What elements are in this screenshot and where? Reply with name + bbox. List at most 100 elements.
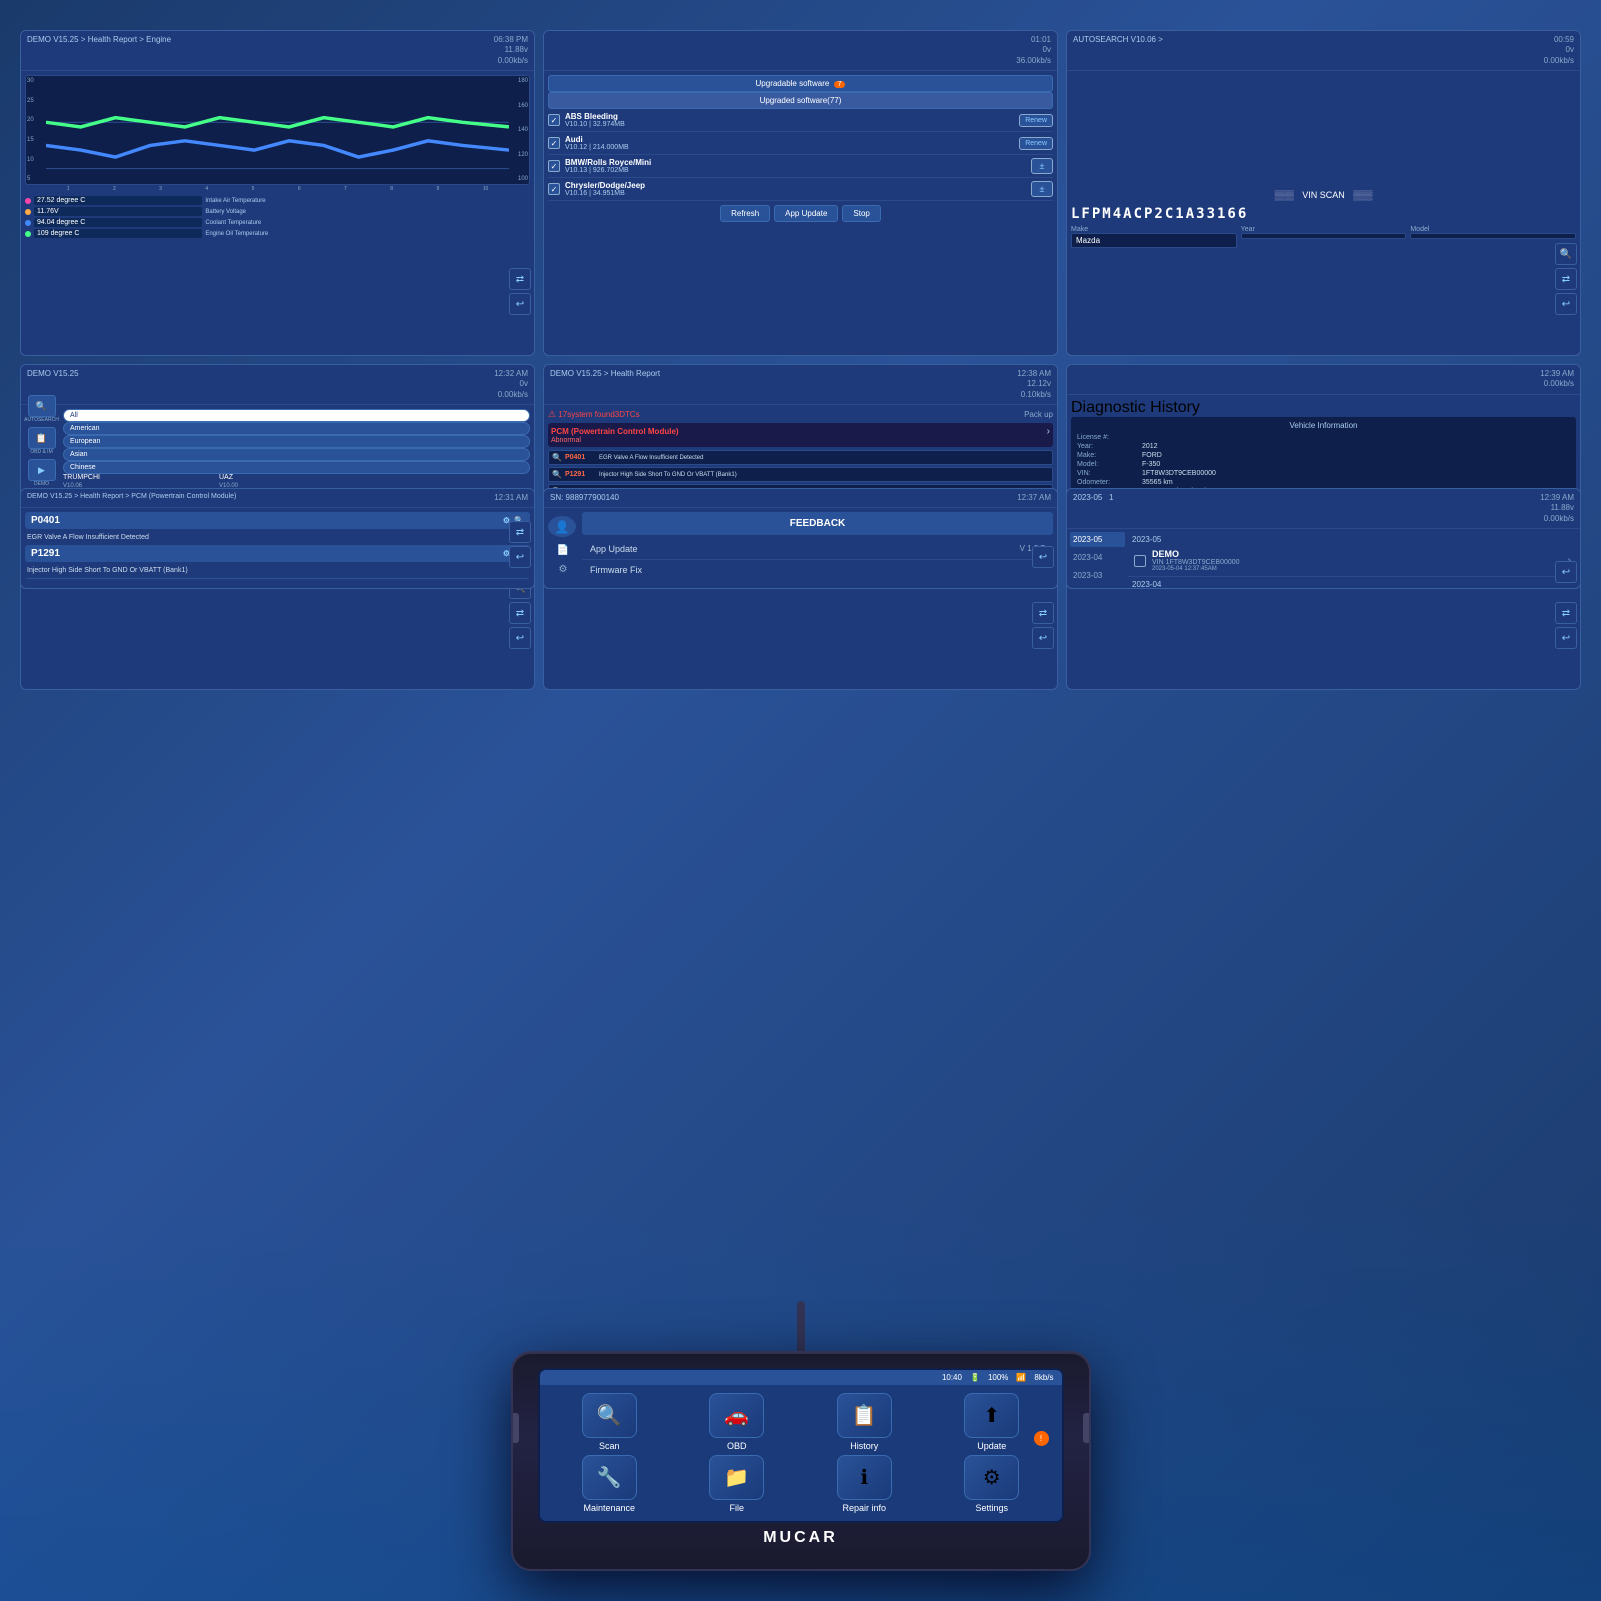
refresh-btn[interactable]: Refresh [720, 205, 770, 222]
pcm-section: PCM (Powertrain Control Module) › Abnorm… [548, 423, 1053, 447]
item-version-1: V10.10 | 32.974MB [565, 121, 1019, 128]
panel7-breadcrumb: DEMO V15.25 > Health Report > PCM (Power… [27, 493, 236, 500]
filter-chinese[interactable]: Chinese [63, 461, 530, 474]
left-icon-demo[interactable]: ▶ DEMO [24, 459, 59, 487]
pack-up-btn[interactable]: Pack up [1024, 410, 1053, 419]
update-item-1: ✓ ABS Bleeding V10.10 | 32.974MB Renew [548, 109, 1053, 132]
filter-all[interactable]: All [63, 409, 530, 422]
panel8-sn: SN: 988977900140 [550, 493, 619, 502]
stop-btn[interactable]: Stop [842, 205, 880, 222]
left-icon-obd[interactable]: 📋 OBD & IM [24, 427, 59, 455]
panel3-datarate: 0.00kb/s [1544, 56, 1574, 66]
panel1-header: DEMO V15.25 > Health Report > Engine 06:… [21, 31, 534, 71]
pcm-chevron[interactable]: › [1047, 426, 1050, 437]
checkbox-3[interactable]: ✓ [548, 160, 560, 172]
info-vin: VIN: 1FT8W3DT9CEB00000 [1077, 469, 1570, 478]
value-vin: 1FT8W3DT9CEB00000 [1142, 470, 1216, 477]
record-1[interactable]: DEMO VIN 1FT8W3DT9CEB00000 2023-05-04 12… [1128, 545, 1577, 577]
tab-upgradable[interactable]: Upgradable software 7 [548, 75, 1053, 92]
vin-display: LFPM4ACP2C1A33166 [1071, 206, 1576, 222]
sensor-dot-2 [25, 209, 31, 215]
panel1-sensors: 27.52 degree C Intake Air Temperature 11… [25, 196, 530, 238]
filter-asian[interactable]: Asian [63, 448, 530, 461]
filter-european[interactable]: European [63, 435, 530, 448]
dtc-code-1: P0401 [565, 454, 595, 461]
panel7-back-btn[interactable]: ↩ [509, 546, 531, 568]
panel7-share-btn[interactable]: ⇄ [509, 521, 531, 543]
dtc-desc-1: EGR Valve A Flow Insufficient Detected [599, 455, 1049, 461]
dtc-header-p2073: P2073 ⚙ 🔍 [25, 578, 530, 579]
record-checkbox-1[interactable] [1134, 555, 1146, 567]
panel4-header: DEMO V15.25 12:32 AM 0v 0.00kb/s [21, 365, 534, 405]
dl-btn-1[interactable]: ± [1031, 158, 1053, 174]
left-icon-autosearch[interactable]: 🔍 AUTOSEARCH [24, 395, 59, 423]
month-2023-04[interactable]: 2023-04 [1070, 550, 1125, 565]
checkbox-1[interactable]: ✓ [548, 114, 560, 126]
document-icon: 📄 [548, 545, 578, 556]
sensor-row-1: 27.52 degree C Intake Air Temperature [25, 196, 530, 205]
panel2-header: 01:01 0v 36.00kb/s [544, 31, 1057, 71]
panel-history-records: 2023-05 1 12:39 AM 11.88v 0.00kb/s 2023-… [1066, 488, 1581, 589]
vin-scan-text: VIN SCAN [1302, 190, 1345, 200]
checkbox-2[interactable]: ✓ [548, 137, 560, 149]
side-btn-right[interactable] [1083, 1413, 1089, 1443]
item-name-2: Audi [565, 135, 1019, 144]
pcm-header-row: PCM (Powertrain Control Module) › [551, 426, 1050, 437]
item-name-1: ABS Bleeding [565, 112, 1019, 121]
panel3-back-btn[interactable]: ↩ [1555, 293, 1577, 315]
panel8-time: 12:37 AM [1017, 493, 1051, 502]
brand-name-1: TRUMPCHI [63, 474, 218, 481]
make-label: Make [1071, 226, 1237, 233]
panel6-time-info: 12:39 AM 0.00kb/s [1540, 369, 1574, 390]
pcm-label: PCM (Powertrain Control Module) [551, 427, 679, 436]
menu-item-appupdate[interactable]: App Update V 1.2.7 [582, 539, 1053, 560]
panel9-back-btn[interactable]: ↩ [1555, 561, 1577, 583]
dl-btn-2[interactable]: ± [1031, 181, 1053, 197]
panel5-time-info: 12:38 AM 12.12v 0.10kb/s [1017, 369, 1051, 400]
tab-upgraded[interactable]: Upgraded software(77) [548, 92, 1053, 109]
record-name-1: DEMO [1152, 549, 1568, 559]
device-container: 10:40 🔋 100% 📶 8kb/s 🔍 Scan 🚗 OBD 📋 [511, 1301, 1091, 1571]
vehicle-info-title: Vehicle Information [1077, 421, 1570, 430]
checkbox-4[interactable]: ✓ [548, 183, 560, 195]
feedback-button[interactable]: FEEDBACK [582, 512, 1053, 535]
month-2023-03[interactable]: 2023-03 [1070, 568, 1125, 583]
side-btn-left[interactable] [513, 1413, 519, 1443]
dtc-header-p1291: P1291 ⚙ 🔍 [25, 545, 530, 562]
renew-btn-1[interactable]: Renew [1019, 114, 1053, 127]
panel7-time-info: 12:31 AM [494, 493, 528, 503]
sensor-dot-4 [25, 231, 31, 237]
menu-item-firmware[interactable]: Firmware Fix [582, 560, 1053, 579]
panel3-voltage: 0v [1544, 45, 1574, 55]
panel4-datarate: 0.00kb/s [494, 390, 528, 400]
panel9-time: 12:39 AM [1540, 493, 1574, 503]
update-item-4: ✓ Chrysler/Dodge/Jeep V10.16 | 34.951MB … [548, 178, 1053, 201]
app-update-btn[interactable]: App Update [774, 205, 838, 222]
device-app-update[interactable]: ⬆ Update ! [930, 1393, 1054, 1451]
panel1-x-labels: 123 456 789 10 [25, 185, 530, 193]
vin-fields: Make Mazda Year Model [1071, 226, 1576, 248]
panel3-search-btn[interactable]: 🔍 [1555, 243, 1577, 265]
dtc-code-2: P1291 [565, 471, 595, 478]
item-info-1: ABS Bleeding V10.10 | 32.974MB [565, 112, 1019, 128]
panel3-share-btn[interactable]: ⇄ [1555, 268, 1577, 290]
make-value: Mazda [1071, 233, 1237, 248]
month-2023-05[interactable]: 2023-05 [1070, 532, 1125, 547]
panel5-system-row: ⚠ 17system found3DTCs Pack up [548, 409, 1053, 420]
panel8-back-btn[interactable]: ↩ [1032, 546, 1054, 568]
panel2-time-info: 01:01 0v 36.00kb/s [1016, 35, 1051, 66]
panel1-btn-share[interactable]: ⇄ [509, 268, 531, 290]
panel2-voltage: 0v [1016, 45, 1051, 55]
panel1-buttons: ⇄ ↩ [509, 268, 531, 315]
dtc-error-1: 🔍 P0401 EGR Valve A Flow Insufficient De… [548, 450, 1053, 465]
panel3-time-info: 00:59 0v 0.00kb/s [1544, 35, 1574, 66]
sensor-row-3: 94.04 degree C Coolant Temperature [25, 218, 530, 227]
filter-american[interactable]: American [63, 422, 530, 435]
brand-empty1 [375, 474, 530, 489]
autosearch-icon-label: AUTOSEARCH [24, 417, 59, 423]
panel7-header: DEMO V15.25 > Health Report > PCM (Power… [21, 489, 534, 508]
panel1-btn-back[interactable]: ↩ [509, 293, 531, 315]
renew-btn-2[interactable]: Renew [1019, 137, 1053, 150]
device-cable [797, 1301, 805, 1351]
panel5-datarate: 0.10kb/s [1017, 390, 1051, 400]
